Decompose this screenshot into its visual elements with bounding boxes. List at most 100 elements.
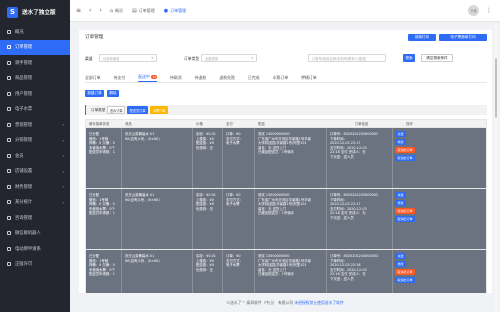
order-type-tag: 送水订单 <box>107 106 126 114</box>
nav-icon <box>7 60 11 65</box>
type-select[interactable]: 全部类型 ▾ <box>201 54 257 62</box>
nav-icon <box>7 169 11 174</box>
cell-line: ¥0(自有)1份，(0×¥0) <box>125 197 160 202</box>
channel-select[interactable]: 请选择渠道 ▾ <box>99 54 157 62</box>
print-plain-button[interactable]: 按单打印 <box>408 34 436 41</box>
order-tab[interactable]: 待退款 <box>195 73 207 82</box>
cell-line: 配送员申请数：1 <box>89 150 115 155</box>
column-header: 支付 <box>226 122 233 126</box>
sidebar-item[interactable]: 咨询管理 <box>0 210 70 226</box>
chevron-right-icon: › <box>62 184 64 190</box>
row-action-button[interactable]: 取消此订单 <box>395 208 416 214</box>
order-tab[interactable]: 水票订单 <box>273 73 289 82</box>
tab-label: 全部订单 <box>85 74 101 80</box>
tabs-divider <box>85 82 487 83</box>
cell-price: 实收：¥0.01 上楼费：¥0 配送费：¥0 优惠券：无 <box>193 189 223 249</box>
cell-line: 已增加配送员：1号骑手 <box>258 150 295 155</box>
row-action-button[interactable]: 派送 <box>395 192 407 198</box>
sidebar-item-label: 店铺设置 <box>15 169 33 175</box>
row-action-button[interactable]: 取消此订单 <box>395 216 416 222</box>
row-action-button[interactable]: 修改 <box>395 200 407 206</box>
new-order-button[interactable]: 新建订单 <box>85 90 104 97</box>
order-tab[interactable]: 押桶订单 <box>301 73 317 82</box>
cell-delivery: 测试 13000000000 广东省广州市天河区华景路1号华景 大学科技园(华景路1… <box>255 189 327 249</box>
table-row: 已分配 微信：1号骑 押桶：0 欠桶：0 未使用水票：0个 配送员申请数：1 农夫山泉桶装… <box>85 250 487 293</box>
breadcrumb-item[interactable]: ● 订单管理 <box>164 8 186 14</box>
order-tab[interactable]: 已完成 <box>248 73 260 82</box>
sidebar-item[interactable]: 用户管理 <box>0 86 70 102</box>
crumb-icon: ▤ <box>132 7 137 14</box>
order-tab[interactable]: 配送中 76 <box>138 73 157 82</box>
forward-icon[interactable]: › <box>99 7 101 14</box>
search-button[interactable]: 搜索 <box>403 54 415 62</box>
sidebar-item[interactable]: 骑手管理 <box>0 55 70 71</box>
chevron-right-icon: › <box>62 199 64 205</box>
row-action-button[interactable]: 取消此订单 <box>395 147 416 153</box>
sidebar-item[interactable]: 电子水票 <box>0 102 70 118</box>
app-logo[interactable]: S 送水了独立版 <box>0 0 70 24</box>
row-action-button[interactable]: 修改 <box>395 261 407 267</box>
nav-icon <box>7 76 11 81</box>
sidebar-item[interactable]: 概况 <box>0 24 70 40</box>
scrollbar-thumb[interactable] <box>495 58 497 118</box>
row-action-button[interactable]: 派送 <box>395 253 407 259</box>
sidebar-item[interactable]: 营销管理 › <box>0 117 70 133</box>
sidebar-item[interactable]: 某分统计 › <box>0 195 70 211</box>
crumb-label: 订单管理 <box>170 7 187 13</box>
sidebar-item-label: 电动牌申请系 <box>15 246 41 252</box>
cell-line: 电子水票 <box>226 263 240 268</box>
order-tab[interactable]: 待取消 <box>170 73 182 82</box>
more-icon[interactable]: ⋮ <box>486 7 492 14</box>
sidebar-item[interactable]: 正版许可 <box>0 257 70 273</box>
sidebar-item-label: 微信群机器人 <box>15 231 41 237</box>
row-action-button[interactable]: 取消此订单 <box>395 277 416 283</box>
tab-label: 待退款 <box>194 74 207 80</box>
crumb-label: 概况 <box>115 7 124 13</box>
orders-table: 骑手接单状态 商品 价格 支付 配送 订单信息 操作 已分配 微信：1号骑 押桶：0 欠桶：0 未… <box>85 119 487 293</box>
order-tab[interactable]: 全部订单 <box>85 73 101 82</box>
nav-icon <box>7 231 11 236</box>
sidebar-item[interactable]: 订单管理 <box>0 39 70 55</box>
sidebar-item-label: 某分统计 <box>15 200 33 206</box>
row-action-button[interactable]: 派送 <box>395 131 407 137</box>
row-action-button[interactable]: 修改 <box>395 139 407 145</box>
order-tab[interactable]: 退款失败 <box>219 73 235 82</box>
sidebar-item[interactable]: 分销管理 › <box>0 133 70 149</box>
print-sheet-button[interactable]: 电子票面单打印 <box>439 34 487 41</box>
avatar[interactable]: 头像 <box>468 5 479 16</box>
nav-icon <box>7 200 11 205</box>
cell-delivery: 测试 13000000000 广东省广州市天河区华景路1号华景 大学科技园(华景路1… <box>255 128 327 188</box>
sidebar-item-label: 营销管理 <box>15 122 33 128</box>
sidebar-item[interactable]: 财务管理 › <box>0 179 70 195</box>
nav-icon <box>7 122 11 127</box>
sidebar-item[interactable]: 店铺设置 › <box>0 164 70 180</box>
crumb-label: 订单管理 <box>138 7 155 13</box>
crumb-icon: ● <box>163 7 169 14</box>
cell-line: 优惠券：无 <box>196 267 213 272</box>
sidebar-item-label: 用户管理 <box>15 91 33 97</box>
clear-search-button[interactable]: 清空搜索条件 <box>421 54 453 62</box>
menu-toggle-icon[interactable]: ≡ <box>76 7 81 14</box>
cell-line: 配送员申请数：1 <box>89 211 115 216</box>
tab-label: 配送中 <box>138 74 150 79</box>
row-action-button[interactable]: 取消此订单 <box>395 269 416 275</box>
sidebar-item[interactable]: 电动牌申请系 <box>0 241 70 257</box>
order-tab[interactable]: 待支付 <box>114 73 126 82</box>
cell-delivery: 测试 13000000000 广东省广州市天河区华景路1号华景 大学科技园(华景路1… <box>255 250 327 293</box>
footer-link[interactable]: 未经授权禁止使用送水了软件 <box>294 300 343 306</box>
footer-copyright: ©送水了™ 泰邦软件（中山） 有限公司 <box>226 299 294 305</box>
breadcrumb-item[interactable]: ⌂ 概况 <box>110 8 123 14</box>
back-icon[interactable]: ‹ <box>89 7 91 14</box>
search-input[interactable]: 订单号/商品名称/手机号/联系人/配送 <box>308 54 386 62</box>
delete-button[interactable]: 删除 <box>107 90 119 97</box>
sidebar-item[interactable]: 商品管理 <box>0 71 70 87</box>
type-label: 订单类型 <box>184 56 200 61</box>
sidebar-item[interactable]: 会员 › <box>0 148 70 164</box>
chevron-right-icon: › <box>62 137 64 143</box>
breadcrumb-item[interactable]: ▤ 订单管理 <box>132 8 155 14</box>
order-tabs: 全部订单 待支付 配送中 76 待取消 待退款 退款失败 已完成 水票订单 押桶订单 <box>85 73 330 82</box>
cell-order: 订单号：8020201203000003 下单时间： 2020-12-03 22:1… <box>327 250 393 293</box>
tab-label: 水票订单 <box>272 74 289 80</box>
row-action-button[interactable]: 取消此订单 <box>395 155 416 161</box>
sidebar-item[interactable]: 微信群机器人 <box>0 226 70 242</box>
